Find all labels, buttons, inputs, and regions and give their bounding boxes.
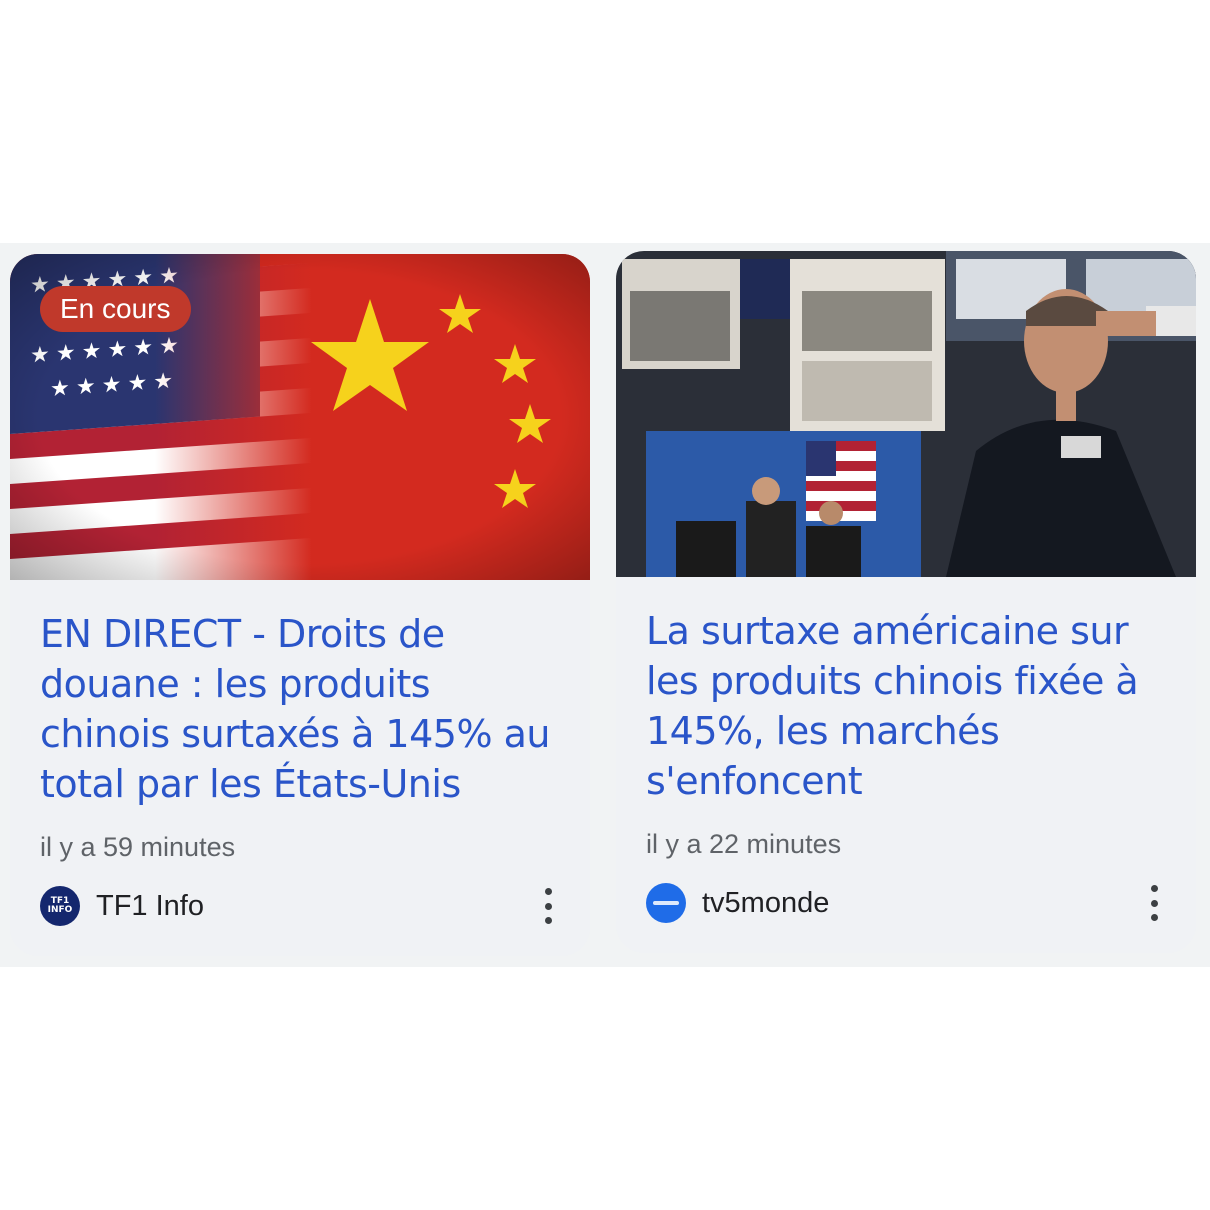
dot-icon: [1150, 899, 1158, 907]
trader-stock-exchange-image: [616, 251, 1196, 577]
more-options-button[interactable]: [536, 886, 560, 926]
dot-icon: [544, 902, 552, 910]
article-thumbnail-trader[interactable]: [616, 251, 1196, 577]
article-timestamp: il y a 22 minutes: [646, 829, 842, 859]
news-card[interactable]: La surtaxe américaine sur les produits c…: [616, 251, 1196, 953]
source-name[interactable]: tv5monde: [702, 887, 829, 920]
article-timestamp: il y a 59 minutes: [40, 832, 236, 862]
news-card[interactable]: ★ ★ ★ ★ ★ ★ ★ ★ ★ ★ ★ ★ ★ ★ ★ ★ ★ ★ ★ ★ …: [10, 254, 590, 956]
article-headline[interactable]: EN DIRECT - Droits de douane : les produ…: [40, 609, 554, 809]
tv5monde-logo-icon: [646, 883, 686, 923]
dot-icon: [544, 888, 552, 895]
dot-icon: [1150, 914, 1158, 921]
source-row: tv5monde: [646, 881, 1166, 925]
tf1-info-logo-icon: TF1 INFO: [40, 886, 80, 926]
more-options-button[interactable]: [1142, 883, 1166, 923]
source-row: TF1 INFO TF1 Info: [40, 884, 560, 928]
source-name[interactable]: TF1 Info: [96, 890, 204, 923]
live-badge: En cours: [40, 286, 191, 332]
article-headline[interactable]: La surtaxe américaine sur les produits c…: [646, 606, 1160, 806]
dot-icon: [544, 917, 552, 924]
dot-icon: [1150, 885, 1158, 892]
tv5monde-mark-icon: [653, 901, 679, 905]
